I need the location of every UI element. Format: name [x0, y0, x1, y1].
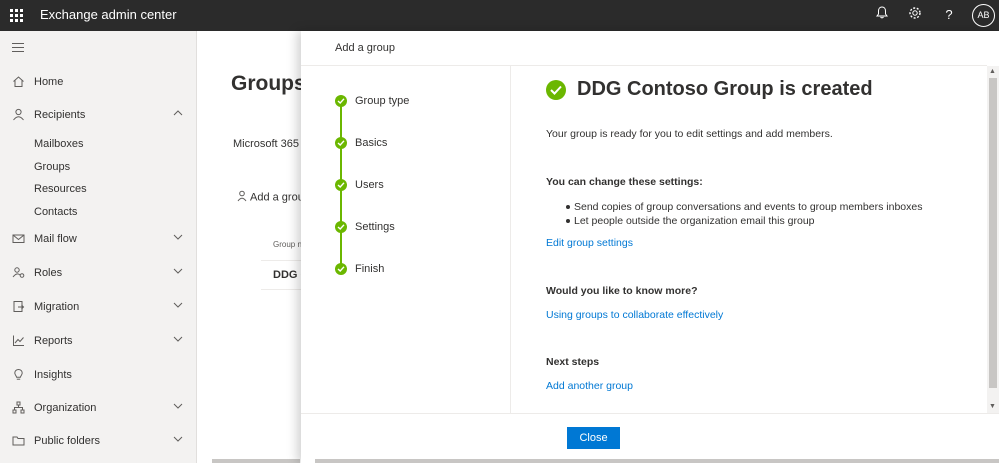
step-label: Basics: [355, 137, 388, 149]
nav-insights[interactable]: Insights: [0, 364, 197, 388]
lightbulb-icon: [11, 368, 25, 382]
horizontal-scrollbar[interactable]: [315, 459, 999, 463]
confirmation-content: DDG Contoso Group is created Your group …: [546, 66, 976, 413]
nav-roles[interactable]: Roles: [0, 262, 197, 286]
nav-recipients-label: Recipients: [34, 109, 86, 121]
add-another-group-link[interactable]: Add another group: [546, 380, 633, 392]
home-icon: [11, 75, 25, 89]
scroll-down-arrow-icon[interactable]: ▼: [989, 403, 996, 410]
add-person-icon: [237, 190, 248, 205]
nav-resources[interactable]: Resources: [34, 183, 87, 195]
step-finish[interactable]: Finish: [335, 263, 495, 277]
organization-icon: [11, 401, 25, 415]
list-item: Send copies of group conversations and e…: [546, 200, 922, 214]
add-group-panel: Add a group Group type Basics Users Sett…: [301, 31, 999, 463]
nav-reports[interactable]: Reports: [0, 330, 197, 354]
panel-title: Add a group: [335, 42, 395, 54]
nav-migration-label: Migration: [34, 301, 80, 313]
chevron-down-icon[interactable]: [173, 232, 183, 245]
check-circle-icon: [335, 263, 347, 275]
settings-list: Send copies of group conversations and e…: [546, 200, 922, 228]
scrollbar-thumb[interactable]: [989, 78, 997, 388]
person-icon: [11, 108, 25, 122]
success-check-icon: [546, 80, 566, 100]
horizontal-scrollbar[interactable]: [212, 459, 300, 463]
vertical-scrollbar[interactable]: ▲ ▼: [987, 66, 999, 413]
page-title: Groups: [231, 72, 306, 95]
nav-mail-flow-label: Mail flow: [34, 233, 77, 245]
notifications-bell-icon[interactable]: [873, 6, 891, 24]
chevron-down-icon[interactable]: [173, 300, 183, 313]
nav-mailboxes[interactable]: Mailboxes: [34, 138, 84, 150]
check-circle-icon: [335, 95, 347, 107]
panel-footer: Close: [301, 413, 999, 463]
app-title[interactable]: Exchange admin center: [40, 7, 177, 22]
collaborate-effectively-link[interactable]: Using groups to collaborate effectively: [546, 309, 723, 321]
step-label: Group type: [355, 95, 410, 107]
hamburger-menu-icon[interactable]: [12, 43, 24, 53]
nav-organization[interactable]: Organization: [0, 397, 197, 421]
step-label: Settings: [355, 221, 395, 233]
list-item: Let people outside the organization emai…: [546, 214, 922, 228]
left-navigation: Home Recipients Mailboxes Groups Resourc…: [0, 31, 197, 463]
chevron-down-icon[interactable]: [173, 434, 183, 447]
tab-microsoft-365[interactable]: Microsoft 365: [233, 138, 299, 150]
user-avatar[interactable]: AB: [972, 4, 995, 27]
nav-migration[interactable]: Migration: [0, 296, 197, 320]
wizard-steps: Group type Basics Users Settings Finish: [301, 66, 511, 413]
ready-message: Your group is ready for you to edit sett…: [546, 128, 833, 140]
migration-icon: [11, 300, 25, 314]
check-circle-icon: [335, 179, 347, 191]
know-more-heading: Would you like to know more?: [546, 285, 698, 297]
app-launcher-icon[interactable]: [10, 9, 23, 22]
nav-organization-label: Organization: [34, 402, 97, 414]
top-bar: Exchange admin center ? AB: [0, 0, 999, 31]
chevron-down-icon[interactable]: [173, 266, 183, 279]
step-users[interactable]: Users: [335, 179, 495, 193]
edit-group-settings-link[interactable]: Edit group settings: [546, 237, 633, 249]
chevron-down-icon[interactable]: [173, 334, 183, 347]
mail-icon: [11, 232, 25, 246]
add-group-button[interactable]: Add a group: [237, 190, 310, 205]
nav-recipients[interactable]: Recipients: [0, 104, 197, 128]
chart-icon: [11, 334, 25, 348]
close-button[interactable]: Close: [567, 427, 620, 449]
nav-mail-flow[interactable]: Mail flow: [0, 228, 197, 252]
nav-public-folders-label: Public folders: [34, 435, 101, 447]
success-heading: DDG Contoso Group is created: [577, 78, 873, 100]
next-steps-heading: Next steps: [546, 356, 600, 368]
nav-home-label: Home: [34, 76, 64, 88]
nav-contacts[interactable]: Contacts: [34, 206, 77, 218]
chevron-up-icon[interactable]: [173, 108, 183, 121]
nav-groups[interactable]: Groups: [34, 161, 70, 173]
help-icon[interactable]: ?: [940, 6, 958, 24]
check-circle-icon: [335, 221, 347, 233]
nav-public-folders[interactable]: Public folders: [0, 430, 197, 454]
step-label: Finish: [355, 263, 385, 275]
check-circle-icon: [335, 137, 347, 149]
settings-gear-icon[interactable]: [906, 6, 924, 24]
scroll-up-arrow-icon[interactable]: ▲: [989, 68, 996, 75]
folder-icon: [11, 434, 25, 448]
nav-roles-label: Roles: [34, 267, 63, 279]
step-settings[interactable]: Settings: [335, 221, 495, 235]
step-basics[interactable]: Basics: [335, 137, 495, 151]
nav-reports-label: Reports: [34, 335, 73, 347]
change-settings-heading: You can change these settings:: [546, 176, 703, 188]
nav-home[interactable]: Home: [0, 71, 197, 95]
nav-insights-label: Insights: [34, 369, 72, 381]
step-label: Users: [355, 179, 384, 191]
roles-icon: [11, 266, 25, 280]
chevron-down-icon[interactable]: [173, 401, 183, 414]
step-group-type[interactable]: Group type: [335, 95, 495, 109]
column-header-group-name[interactable]: Group n: [273, 240, 302, 249]
